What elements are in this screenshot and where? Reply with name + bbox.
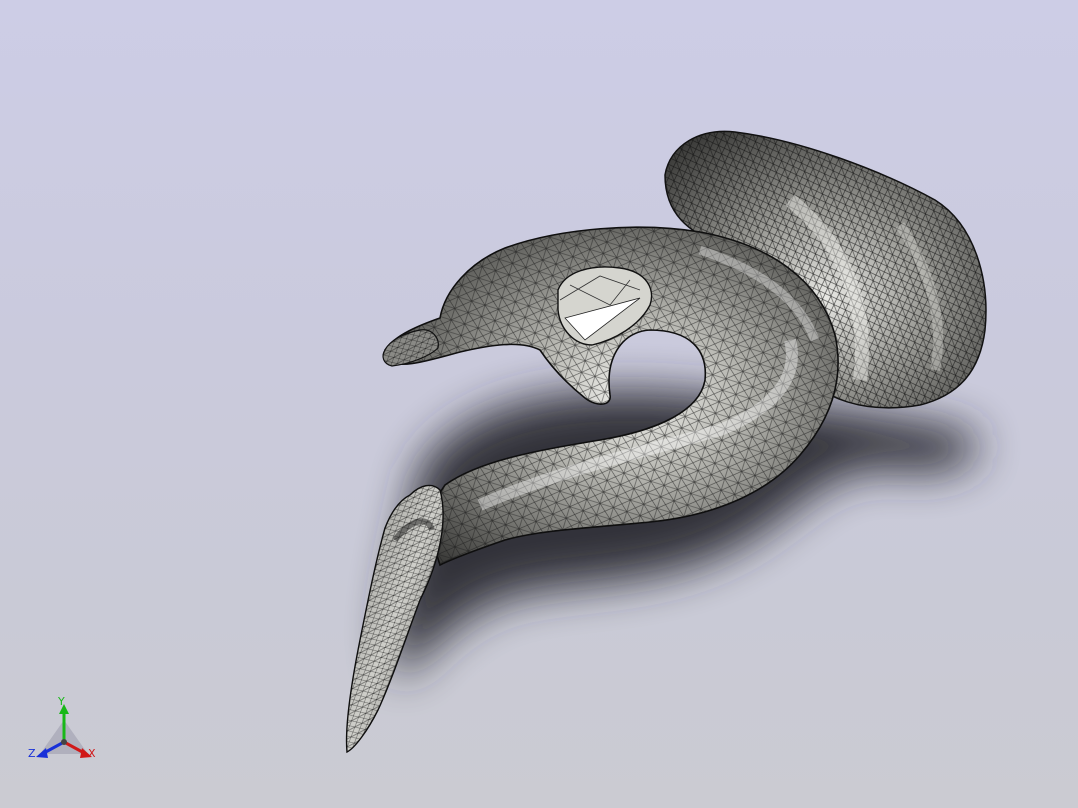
triad-x-label: X (88, 747, 96, 760)
graphics-viewport[interactable]: X Y Z (0, 0, 1078, 808)
triad-y-label: Y (58, 695, 65, 708)
triad-z-label: Z (28, 747, 36, 760)
reference-triad: X Y Z (24, 690, 106, 772)
model-view[interactable] (0, 0, 1078, 808)
